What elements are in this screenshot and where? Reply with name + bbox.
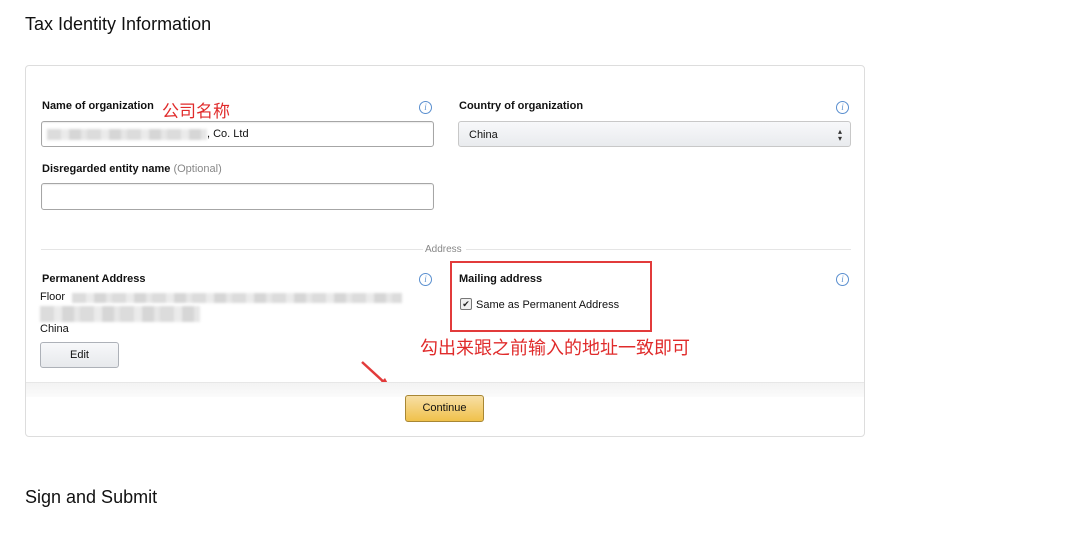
redacted-text (47, 129, 207, 140)
country-select[interactable]: China ▴ ▾ (458, 121, 851, 147)
country-select-value: China (469, 129, 498, 141)
address-divider-label: Address (425, 244, 462, 255)
disregarded-entity-input[interactable] (41, 183, 434, 210)
info-icon[interactable]: i (836, 101, 849, 114)
permanent-address-label: Permanent Address (42, 273, 146, 285)
info-icon[interactable]: i (836, 273, 849, 286)
annotation-highlight-box (450, 261, 652, 332)
country-label: Country of organization (459, 100, 584, 112)
continue-button[interactable]: Continue (405, 395, 484, 422)
disregarded-entity-label: Disregarded entity name (Optional) (42, 163, 222, 175)
section-title-tax-identity: Tax Identity Information (25, 14, 212, 34)
tax-identity-card: Name of organization 公司名称 i , Co. Ltd Co… (25, 65, 865, 437)
company-name-annotation: 公司名称 (162, 102, 230, 122)
optional-tag: (Optional) (173, 163, 222, 175)
mailing-address-label: Mailing address (459, 273, 543, 285)
info-icon[interactable]: i (419, 101, 432, 114)
divider-right (466, 249, 851, 250)
mailing-annotation: 勾出来跟之前输入的地址一致即可 (420, 338, 690, 359)
edit-button[interactable]: Edit (40, 342, 119, 368)
divider-left (41, 249, 423, 250)
organization-name-label: Name of organization (42, 100, 154, 112)
section-title-sign-submit: Sign and Submit (25, 487, 158, 507)
redacted-address-line2 (40, 306, 200, 322)
permanent-address-line1: Floor (40, 291, 65, 303)
disregarded-entity-label-text: Disregarded entity name (42, 163, 171, 175)
select-arrow-icon: ▴ ▾ (837, 127, 842, 143)
permanent-address-country: China (40, 323, 69, 335)
checkbox-icon[interactable]: ✔ (460, 298, 472, 310)
organization-name-input[interactable]: , Co. Ltd (41, 121, 434, 147)
info-icon[interactable]: i (419, 273, 432, 286)
same-as-permanent-label[interactable]: Same as Permanent Address (476, 299, 619, 311)
permanent-address-line1-prefix: Floor (40, 291, 66, 303)
redacted-address (72, 293, 402, 303)
organization-name-value: , Co. Ltd (207, 128, 249, 140)
